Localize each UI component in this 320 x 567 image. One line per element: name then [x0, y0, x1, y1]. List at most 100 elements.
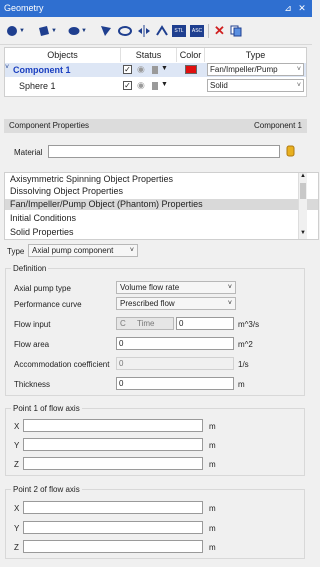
component-name[interactable]: Sphere 1 — [19, 81, 56, 91]
definition-title: Definition — [11, 264, 49, 273]
point2-y-unit: m — [209, 524, 216, 533]
point2-y-label: Y — [14, 524, 20, 533]
time-option[interactable]: Time — [137, 319, 154, 328]
panel-title: Geometry — [4, 3, 44, 13]
material-field[interactable] — [48, 145, 280, 158]
panel-title-bar: Geometry ⊿ ✕ — [0, 0, 312, 17]
list-scrollbar[interactable]: ▲ ▼ — [298, 173, 307, 239]
chevron-down-icon: ▼ — [19, 28, 25, 34]
point2-x-field[interactable] — [23, 501, 203, 514]
visible-checkbox[interactable]: ✓ — [123, 81, 132, 90]
point1-z-field[interactable] — [23, 457, 203, 470]
pin-icon[interactable]: ⊿ — [282, 2, 294, 14]
point1-x-label: X — [14, 422, 20, 431]
constant-option[interactable]: C — [120, 319, 126, 328]
chevron-down-icon[interactable]: ▼ — [161, 81, 168, 88]
chevron-down-icon: ˅ — [227, 284, 232, 291]
accommodation-field[interactable]: 0 — [116, 357, 234, 370]
point2-z-unit: m — [209, 543, 216, 552]
component-name[interactable]: Component 1 — [13, 65, 71, 75]
type-dropdown[interactable]: Axial pump component ˅ — [28, 244, 138, 257]
chevron-down-icon: ˅ — [296, 82, 301, 89]
point2-z-label: Z — [14, 543, 19, 552]
flow-input-mode[interactable]: C Time — [116, 317, 174, 330]
type-label: Type — [7, 247, 25, 256]
scroll-up-icon[interactable]: ▲ — [300, 173, 306, 179]
chevron-down-icon[interactable]: ▼ — [161, 65, 168, 72]
list-item[interactable]: Solid Properties — [5, 227, 318, 238]
eye-icon[interactable]: ◉ — [137, 64, 145, 75]
point1-z-label: Z — [14, 460, 19, 469]
performance-curve-label: Performance curve — [14, 300, 82, 309]
col-type-header[interactable]: Type — [205, 48, 306, 62]
point1-x-field[interactable] — [23, 419, 203, 432]
point1-title: Point 1 of flow axis — [11, 404, 82, 413]
performance-curve-value: Prescribed flow — [120, 299, 175, 308]
col-objects-header[interactable]: Objects — [5, 48, 121, 62]
type-select-value: Solid — [210, 81, 228, 90]
component-properties-title: Component Properties — [9, 121, 90, 130]
add-blob-button[interactable]: ▼ — [68, 23, 87, 39]
table-row[interactable]: Sphere 1 ✓ ◉ ▼ Solid ˅ — [5, 79, 306, 93]
point2-x-unit: m — [209, 504, 216, 513]
list-item[interactable]: Axisymmetric Spinning Object Properties — [5, 174, 318, 185]
torus-button[interactable] — [118, 23, 132, 39]
chevron-down-icon: ˅ — [296, 66, 301, 73]
flow-input-unit: m^3/s — [238, 320, 260, 329]
mirror-button[interactable] — [137, 23, 151, 39]
import-asc-button[interactable]: ASC — [190, 23, 204, 39]
list-item[interactable]: Initial Conditions — [5, 213, 318, 224]
point2-z-field[interactable] — [23, 540, 203, 553]
chevron-down-icon: ▼ — [51, 28, 57, 34]
point1-z-unit: m — [209, 460, 216, 469]
cone-icon — [101, 26, 111, 36]
thickness-unit: m — [238, 380, 245, 389]
type-select[interactable]: Solid ˅ — [207, 79, 304, 92]
col-status-header[interactable]: Status — [121, 48, 177, 62]
type-select[interactable]: Fan/Impeller/Pump ˅ — [207, 63, 304, 76]
accommodation-label: Accommodation coefficient — [14, 360, 110, 369]
add-sphere-button[interactable]: ▼ — [6, 23, 25, 39]
copy-icon — [230, 25, 242, 37]
scroll-down-icon[interactable]: ▼ — [300, 230, 306, 236]
geometry-toolbar: ▼ ▼ ▼ STL ASC ✕ — [0, 17, 312, 45]
sphere-icon — [7, 26, 17, 36]
eye-icon[interactable]: ◉ — [137, 80, 145, 91]
properties-list[interactable]: Axisymmetric Spinning Object Properties … — [4, 172, 319, 240]
chevron-down-icon[interactable]: ˅ — [5, 64, 9, 71]
axial-pump-type-label: Axial pump type — [14, 284, 71, 293]
chevron-down-icon: ˅ — [227, 300, 232, 307]
flow-input-label: Flow input — [14, 320, 51, 329]
import-stl-button[interactable]: STL — [172, 23, 186, 39]
point1-y-label: Y — [14, 441, 20, 450]
add-shape-button[interactable]: ▼ — [38, 23, 57, 39]
copy-button[interactable] — [230, 23, 242, 39]
type-select-value: Fan/Impeller/Pump — [210, 65, 278, 74]
table-row[interactable]: ˅ Component 1 ✓ ◉ ▼ Fan/Impeller/Pump ˅ — [5, 63, 306, 77]
cone-button[interactable] — [100, 23, 112, 39]
color-swatch[interactable] — [185, 65, 197, 74]
mirror-icon — [138, 25, 150, 37]
col-color-header[interactable]: Color — [177, 48, 205, 62]
flow-input-field[interactable]: 0 — [176, 317, 234, 330]
type-dropdown-value: Axial pump component — [32, 246, 114, 255]
material-database-icon[interactable] — [286, 145, 295, 157]
visible-checkbox[interactable]: ✓ — [123, 65, 132, 74]
close-panel-icon[interactable]: ✕ — [296, 2, 308, 14]
list-item[interactable]: Fan/Impeller/Pump Object (Phantom) Prope… — [5, 199, 318, 210]
point2-y-field[interactable] — [23, 521, 203, 534]
thickness-field[interactable]: 0 — [116, 377, 234, 390]
flow-area-field[interactable]: 0 — [116, 337, 234, 350]
solid-icon — [152, 82, 158, 90]
thickness-label: Thickness — [14, 380, 51, 389]
list-item[interactable]: Dissolving Object Properties — [5, 186, 318, 197]
stl-icon: STL — [172, 25, 186, 37]
delete-button[interactable]: ✕ — [214, 23, 225, 39]
objects-grid: Objects Status Color Type ˅ Component 1 … — [4, 47, 307, 97]
performance-curve-dropdown[interactable]: Prescribed flow ˅ — [116, 297, 236, 310]
axial-pump-type-dropdown[interactable]: Volume flow rate ˅ — [116, 281, 236, 294]
transform-button[interactable] — [155, 23, 169, 39]
point1-y-field[interactable] — [23, 438, 203, 451]
axial-pump-type-value: Volume flow rate — [120, 283, 180, 292]
scroll-thumb[interactable] — [300, 183, 306, 199]
